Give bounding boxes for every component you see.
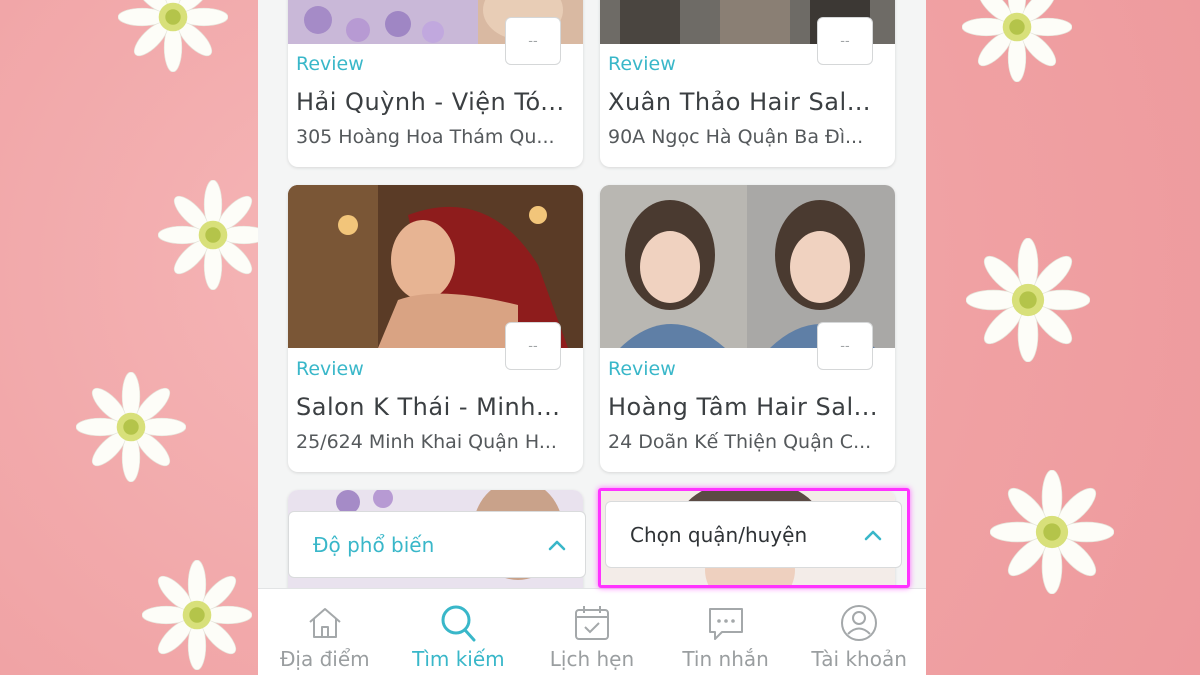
tab-label: Tìm kiếm: [412, 647, 505, 671]
salon-card[interactable]: -- Review Hoàng Tâm Hair Sal... 24 Doãn …: [600, 185, 895, 472]
tab-tim-kiem[interactable]: Tìm kiếm: [392, 589, 526, 675]
tab-label: Tài khoản: [811, 647, 907, 671]
salon-name: Hải Quỳnh - Viện Tó...: [296, 88, 565, 116]
tab-tai-khoan[interactable]: Tài khoản: [792, 589, 926, 675]
highlight-annotation: [598, 488, 910, 588]
daisy-decoration: [117, 0, 229, 73]
daisy-decoration: [141, 559, 253, 671]
tab-tin-nhan[interactable]: Tin nhắn: [659, 589, 793, 675]
calendar-icon: [574, 606, 609, 640]
sort-dropdown-label: Độ phổ biến: [313, 532, 435, 557]
salon-card[interactable]: -- Review Salon K Thái - Minh... 25/624 …: [288, 185, 583, 472]
rating-box: --: [505, 322, 561, 370]
salon-name: Xuân Thảo Hair Salo...: [608, 88, 885, 116]
review-label: Review: [296, 53, 364, 75]
bottom-tab-bar: Địa điểm Tìm kiếm Lịch hẹn Tin nhắn Tài …: [258, 588, 926, 675]
tab-label: Tin nhắn: [682, 647, 769, 671]
chevron-up-icon: [548, 540, 566, 550]
salon-address: 25/624 Minh Khai Quận H...: [296, 431, 557, 453]
daisy-decoration: [961, 0, 1073, 83]
salon-name: Salon K Thái - Minh...: [296, 393, 561, 421]
salon-address: 90A Ngọc Hà Quận Ba Đì...: [608, 126, 864, 148]
review-label: Review: [608, 53, 676, 75]
salon-address: 24 Doãn Kế Thiện Quận C...: [608, 431, 872, 453]
tab-label: Lịch hẹn: [549, 647, 635, 671]
chat-icon: [708, 608, 743, 640]
rating-box: --: [505, 17, 561, 65]
salon-address: 305 Hoàng Hoa Thám Qu...: [296, 126, 555, 148]
tab-dia-diem[interactable]: Địa điểm: [258, 589, 392, 675]
daisy-decoration: [157, 179, 269, 291]
tab-label: Địa điểm: [279, 647, 370, 671]
rating-box: --: [817, 322, 873, 370]
sort-dropdown[interactable]: Độ phổ biến: [288, 511, 586, 578]
review-label: Review: [608, 358, 676, 380]
salon-card[interactable]: -- Review Xuân Thảo Hair Salo... 90A Ngọ…: [600, 0, 895, 167]
daisy-decoration: [75, 371, 187, 483]
search-icon: [441, 605, 476, 642]
salon-name: Hoàng Tâm Hair Sal...: [608, 393, 878, 421]
review-label: Review: [296, 358, 364, 380]
daisy-decoration: [965, 237, 1091, 363]
rating-box: --: [817, 17, 873, 65]
user-icon: [841, 605, 878, 641]
home-icon: [309, 608, 341, 638]
tab-lich-hen[interactable]: Lịch hẹn: [525, 589, 659, 675]
daisy-decoration: [989, 469, 1115, 595]
salon-card[interactable]: -- Review Hải Quỳnh - Viện Tó... 305 Hoà…: [288, 0, 583, 167]
